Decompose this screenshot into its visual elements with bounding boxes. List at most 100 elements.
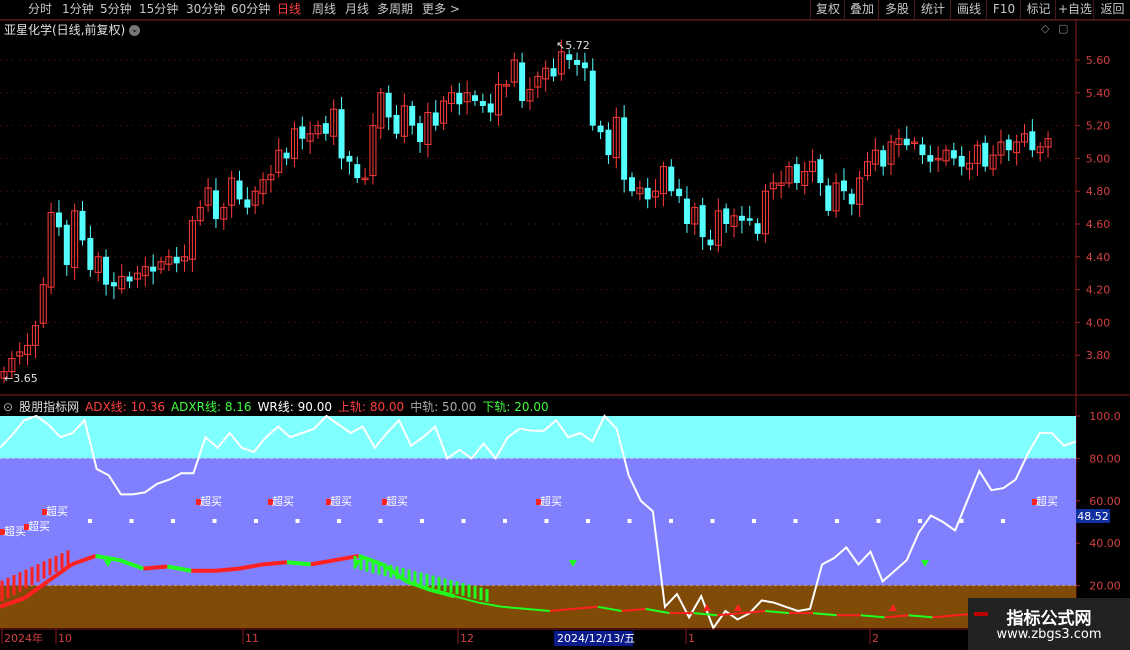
period-tab-10[interactable]: 更多 >	[422, 1, 460, 17]
mid-dot	[171, 519, 175, 523]
candle-body	[668, 166, 675, 192]
mid-dot	[793, 519, 798, 523]
candle-body	[550, 68, 557, 77]
candle-body	[825, 185, 832, 211]
candle-body	[746, 218, 753, 221]
indicator-name[interactable]: 股朋指标网	[19, 400, 79, 414]
candle-body	[597, 125, 604, 133]
lower-band-label: 下轨: 20.00	[482, 400, 549, 414]
signal-label-5: 超买	[330, 494, 352, 508]
mid-dot	[752, 519, 756, 523]
candle-body	[840, 180, 847, 192]
candle-body	[456, 92, 463, 105]
mid-dot	[876, 519, 881, 523]
low-label: ←3.65	[4, 372, 38, 385]
candle-body	[683, 198, 690, 224]
mid-dot	[337, 519, 341, 523]
mid-dot	[503, 519, 507, 523]
wr-label: WR线: 90.00	[257, 400, 332, 414]
mid-dot	[918, 519, 922, 523]
candle-body	[880, 150, 887, 167]
period-tab-3[interactable]: 15分钟	[139, 1, 178, 17]
candle-body	[338, 109, 345, 159]
toolbar-button-8[interactable]: 返回	[1093, 0, 1130, 19]
middle-band-label: 中轨: 50.00	[410, 400, 477, 414]
candle-body	[958, 155, 965, 167]
oversold-band	[0, 585, 1076, 628]
candle-body	[581, 62, 588, 69]
watermark-title: 指标公式网	[1006, 609, 1092, 629]
toolbar-button-1[interactable]: 叠加	[844, 0, 879, 19]
toolbar-button-7[interactable]: +自选	[1055, 0, 1094, 19]
mid-dot	[669, 519, 673, 523]
toolbar-button-2[interactable]: 多股	[878, 0, 915, 19]
adxr-label: ADXR线: 8.16	[170, 400, 252, 414]
candle-body	[950, 150, 957, 159]
signal-label-6: 超买	[386, 494, 408, 508]
candle-body	[738, 215, 745, 221]
mid-dot	[378, 519, 383, 523]
indicator-tick-3: 40.00	[1089, 537, 1121, 550]
candle-body	[385, 92, 392, 118]
candle-body	[707, 239, 714, 246]
price-tick-6: 4.40	[1086, 251, 1111, 264]
candle-body	[479, 101, 486, 106]
chevron-down-icon[interactable]: ⌄	[129, 25, 141, 36]
period-toolbar: 分时 1分钟 5分钟 15分钟 30分钟 60分钟 日线 周线 月线 多周期 更多 > 复权 叠加 多股统…	[0, 0, 1130, 20]
candle-body	[621, 117, 628, 180]
period-tab-2[interactable]: 5分钟	[100, 1, 132, 17]
stock-title[interactable]: 亚星化学(日线,前复权)	[4, 23, 125, 37]
adx-segment	[286, 560, 312, 567]
period-tab-6[interactable]: 日线	[277, 1, 301, 17]
candle-body	[519, 62, 526, 101]
price-tick-7: 4.20	[1086, 284, 1111, 297]
candle-body	[848, 193, 855, 205]
candle-body	[793, 164, 800, 183]
cursor-date: 2024/12/13/五	[557, 632, 635, 645]
watermark-logo: 指标公式网 www.zbgs3.com	[968, 598, 1130, 650]
indicator-tick-2: 60.00	[1089, 495, 1121, 508]
chart-canvas[interactable]: 5.60 5.40 5.20 5.00 4.80 4.60 4.40 4.20 4.00 3.80…	[0, 0, 1130, 650]
signal-label-3: 超买	[200, 494, 222, 508]
collapse-icon[interactable]: ⊙	[3, 400, 13, 414]
candle-body	[676, 188, 683, 197]
candle-body	[55, 212, 62, 228]
candle-body	[150, 266, 157, 272]
candle-body	[409, 105, 416, 126]
price-tick-2: 5.20	[1086, 120, 1111, 133]
current-value-label: 48.52	[1077, 510, 1109, 523]
candle-body	[919, 144, 926, 156]
period-tab-5[interactable]: 60分钟	[231, 1, 270, 17]
candle-body	[723, 208, 730, 224]
period-tab-9[interactable]: 多周期	[377, 1, 413, 17]
toolbar-button-6[interactable]: 标记	[1020, 0, 1056, 19]
price-tick-3: 5.00	[1086, 152, 1111, 165]
expand-icon[interactable]: ▢	[1058, 22, 1068, 35]
candle-body	[87, 237, 94, 270]
toolbar-button-0[interactable]: 复权	[810, 0, 845, 19]
signal-label-4: 超买	[272, 494, 294, 508]
period-tab-0[interactable]: 分时	[28, 1, 52, 17]
candle-body	[212, 190, 219, 220]
candle-body	[126, 276, 133, 282]
adx-segment	[215, 566, 240, 573]
toolbar-button-5[interactable]: F10	[986, 0, 1021, 19]
signal-label-1: 超买	[28, 519, 50, 533]
candle-body	[566, 54, 573, 60]
candle-body	[1029, 131, 1036, 151]
period-tab-7[interactable]: 周线	[312, 1, 336, 17]
diamond-icon[interactable]: ◇	[1041, 22, 1049, 35]
toolbar-button-4[interactable]: 画线	[950, 0, 987, 19]
candle-body	[236, 180, 243, 200]
toolbar-button-3[interactable]: 统计	[914, 0, 951, 19]
kline-header: 亚星化学(日线,前复权) ⌄	[4, 21, 141, 38]
period-tab-1[interactable]: 1分钟	[62, 1, 94, 17]
period-tab-8[interactable]: 月线	[345, 1, 369, 17]
indicator-header: ⊙ 股朋指标网 ADX线: 10.36 ADXR线: 8.16 WR线: 90.00 上轨…	[3, 398, 555, 415]
candle-body	[487, 103, 494, 113]
signal-label-7: 超买	[540, 494, 562, 508]
candle-body	[110, 282, 117, 287]
period-tab-4[interactable]: 30分钟	[186, 1, 225, 17]
mid-dot	[461, 519, 466, 523]
candle-body	[283, 152, 290, 159]
